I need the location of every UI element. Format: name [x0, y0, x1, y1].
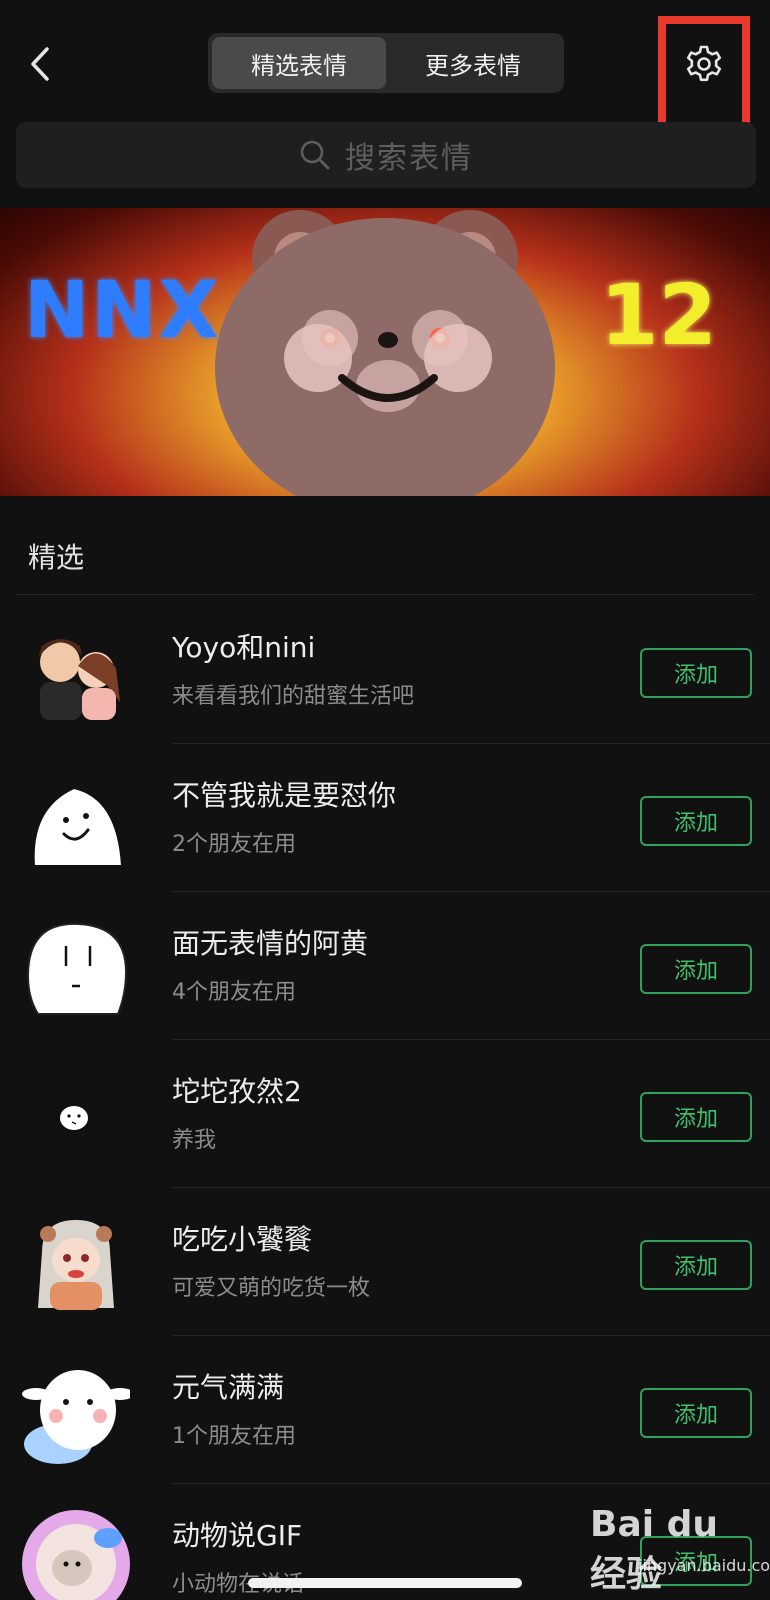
sticker-title: 元气满满	[172, 1371, 285, 1404]
sticker-title: Yoyo和nini	[172, 631, 316, 664]
list-item[interactable]: 面无表情的阿黄 4个朋友在用 添加	[0, 892, 770, 1040]
add-button[interactable]: 添加	[640, 1240, 752, 1290]
back-button[interactable]	[22, 40, 58, 88]
add-button[interactable]: 添加	[640, 944, 752, 994]
section-divider	[16, 594, 754, 595]
list-item[interactable]: 元气满满 1个朋友在用 添加	[0, 1336, 770, 1484]
banner-right-text: 12	[600, 266, 717, 364]
tab-featured-stickers[interactable]: 精选表情	[212, 37, 386, 89]
sticker-subtitle: 4个朋友在用	[172, 980, 296, 1005]
sticker-thumbnail	[26, 922, 128, 1015]
chevron-left-icon	[31, 47, 49, 81]
list-item[interactable]: Yoyo和nini 来看看我们的甜蜜生活吧 添加	[0, 596, 770, 744]
tab-more-stickers[interactable]: 更多表情	[386, 37, 560, 89]
sticker-thumbnail	[38, 639, 120, 720]
sticker-thumbnail	[38, 1220, 114, 1310]
sticker-title: 吃吃小饕餮	[172, 1223, 313, 1256]
search-placeholder: 搜索表情	[345, 141, 473, 176]
sticker-thumbnail	[22, 1370, 130, 1464]
sticker-title: 坨坨孜然2	[172, 1075, 302, 1108]
banner-left-text: NNX	[24, 266, 221, 356]
section-title: 精选	[28, 541, 85, 574]
home-indicator[interactable]	[248, 1578, 522, 1588]
sticker-subtitle: 1个朋友在用	[172, 1424, 296, 1449]
search-icon	[300, 140, 330, 170]
list-item[interactable]: 吃吃小饕餮 可爱又萌的吃货一枚 添加	[0, 1188, 770, 1336]
gear-icon[interactable]	[684, 44, 724, 84]
list-item[interactable]: 不管我就是要怼你 2个朋友在用 添加	[0, 744, 770, 892]
add-button[interactable]: 添加	[640, 1092, 752, 1142]
top-bar: 精选表情 更多表情 搜索表情	[0, 0, 770, 200]
sticker-subtitle: 可爱又萌的吃货一枚	[172, 1276, 371, 1301]
add-button[interactable]: 添加	[640, 648, 752, 698]
add-button[interactable]: 添加	[640, 796, 752, 846]
add-button[interactable]: 添加	[640, 1388, 752, 1438]
search-bar[interactable]: 搜索表情	[16, 122, 756, 188]
sticker-thumbnail	[22, 1510, 130, 1600]
sticker-thumbnail	[32, 786, 124, 867]
sticker-title: 不管我就是要怼你	[172, 779, 397, 812]
watermark-url: jingyan.baidu.com	[638, 1556, 770, 1575]
watermark-brand: Bai du 经验	[590, 1504, 719, 1595]
sticker-subtitle: 养我	[172, 1128, 217, 1153]
sticker-thumbnail	[60, 1106, 88, 1130]
sticker-subtitle: 2个朋友在用	[172, 832, 296, 857]
sticker-subtitle: 来看看我们的甜蜜生活吧	[172, 684, 415, 709]
list-item[interactable]: 坨坨孜然2 养我 添加	[0, 1040, 770, 1188]
sticker-title: 动物说GIF	[172, 1519, 303, 1552]
segmented-control: 精选表情 更多表情	[208, 33, 564, 93]
baidu-watermark: Bai du 经验 jingyan.baidu.com	[590, 1504, 770, 1595]
promo-banner[interactable]: NNX 12	[0, 208, 770, 496]
sticker-title: 面无表情的阿黄	[172, 927, 369, 960]
